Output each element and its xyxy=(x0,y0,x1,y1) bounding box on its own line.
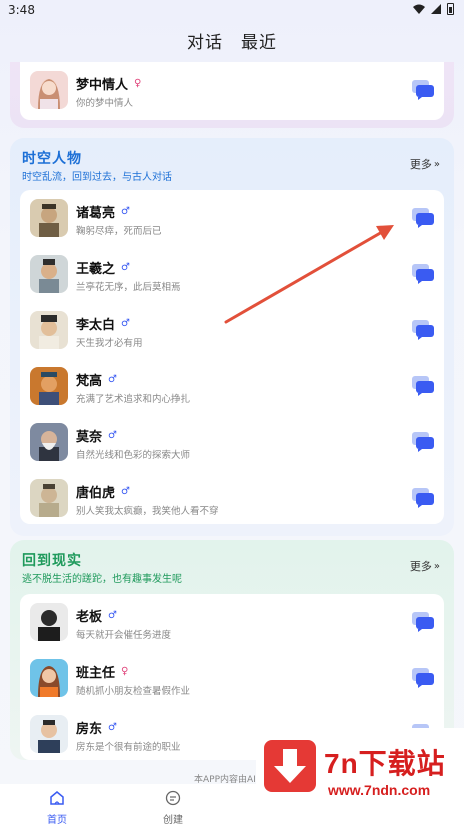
chat-icon[interactable] xyxy=(412,668,434,688)
section-title: 时空人物 xyxy=(22,151,82,167)
chat-icon[interactable] xyxy=(412,264,434,284)
tab-recent[interactable]: 最近 xyxy=(241,26,277,62)
male-icon: ♂ xyxy=(108,610,117,621)
item-desc: 随机抓小朋友检查暑假作业 xyxy=(76,686,191,697)
chat-icon[interactable] xyxy=(412,488,434,508)
list-item-dream-lover[interactable]: 梦中情人 ♀ 你的梦中情人 xyxy=(20,62,444,118)
section-subtitle: 时空乱流，回到过去，与古人对话 xyxy=(22,172,172,183)
avatar xyxy=(30,659,68,697)
section-title: 回到现实 xyxy=(22,553,82,569)
item-desc: 兰亭花无序，此后莫相焉 xyxy=(76,282,181,293)
nav-create-label: 创建 xyxy=(163,815,183,825)
item-desc: 你的梦中情人 xyxy=(76,98,134,109)
top-tabs: 对话 最近 xyxy=(0,26,464,62)
avatar xyxy=(30,255,68,293)
male-icon: ♂ xyxy=(108,430,117,441)
watermark-title: 7n下载站 xyxy=(324,748,446,779)
list-item-head-teacher[interactable]: 班主任 ♀ 随机抓小朋友检查暑假作业 xyxy=(20,650,444,706)
chat-icon[interactable] xyxy=(412,376,434,396)
male-icon: ♂ xyxy=(121,206,130,217)
item-name: 老板 ♂ xyxy=(76,610,117,625)
item-name: 诸葛亮 ♂ xyxy=(76,206,130,221)
item-name: 李太白 ♂ xyxy=(76,318,130,333)
history-list: 诸葛亮 ♂ 鞠躬尽瘁，死而后已 王羲之 ♂ 兰亭花无序，此后莫相焉 李太白 ♂ 天生我… xyxy=(20,190,444,524)
nav-create[interactable]: 创建 xyxy=(148,790,198,825)
chat-icon[interactable] xyxy=(412,208,434,228)
avatar xyxy=(30,423,68,461)
chat-icon[interactable] xyxy=(412,612,434,632)
section-favorites: 梦中情人 ♀ 你的梦中情人 xyxy=(10,62,454,128)
status-icons xyxy=(413,3,454,15)
chat-icon[interactable] xyxy=(412,432,434,452)
avatar xyxy=(30,71,68,109)
chat-icon[interactable] xyxy=(412,320,434,340)
male-icon: ♂ xyxy=(121,486,130,497)
chevron-right-icon: » xyxy=(433,560,440,572)
tab-chat[interactable]: 对话 xyxy=(187,26,223,62)
list-item-van-gogh[interactable]: 梵高 ♂ 充满了艺术追求和内心挣扎 xyxy=(20,358,444,414)
item-desc: 房东是个很有前途的职业 xyxy=(76,742,181,753)
list-item-li-taibai[interactable]: 李太白 ♂ 天生我才必有用 xyxy=(20,302,444,358)
nav-home[interactable]: 首页 xyxy=(32,790,82,825)
item-name: 房东 ♂ xyxy=(76,722,117,737)
male-icon: ♂ xyxy=(121,262,130,273)
section-history: 时空人物 时空乱流，回到过去，与古人对话 更多» 诸葛亮 ♂ 鞠躬尽瘁，死而后已 … xyxy=(10,138,454,536)
signal-icon xyxy=(431,4,441,14)
item-desc: 鞠躬尽瘁，死而后已 xyxy=(76,226,162,237)
female-icon: ♀ xyxy=(121,666,129,677)
avatar xyxy=(30,199,68,237)
list-item-wang-xizhi[interactable]: 王羲之 ♂ 兰亭花无序，此后莫相焉 xyxy=(20,246,444,302)
list-item-boss[interactable]: 老板 ♂ 每天就开会催任务进度 xyxy=(20,594,444,650)
item-desc: 天生我才必有用 xyxy=(76,338,143,349)
section-reality: 回到现实 逃不脱生活的蹉跎，也有趣事发生呢 更多» 老板 ♂ 每天就开会催任务进度… xyxy=(10,540,454,760)
more-link[interactable]: 更多» xyxy=(410,558,440,574)
item-desc: 自然光线和色彩的探索大师 xyxy=(76,450,191,461)
avatar xyxy=(30,603,68,641)
status-bar: 3:48 xyxy=(0,0,464,22)
item-desc: 充满了艺术追求和内心挣扎 xyxy=(76,394,191,405)
avatar xyxy=(30,479,68,517)
item-desc: 每天就开会催任务进度 xyxy=(76,630,172,641)
chat-bubble-icon xyxy=(165,790,181,806)
wifi-icon xyxy=(413,4,425,14)
status-time: 3:48 xyxy=(8,3,35,17)
watermark-url: www.7ndn.com xyxy=(328,782,431,798)
battery-icon xyxy=(447,3,454,15)
avatar xyxy=(30,715,68,753)
download-logo-icon xyxy=(264,740,316,792)
nav-home-label: 首页 xyxy=(47,815,67,825)
chat-icon[interactable] xyxy=(412,80,434,100)
male-icon: ♂ xyxy=(108,722,117,733)
more-link[interactable]: 更多» xyxy=(410,156,440,172)
list-item-tang-bohu[interactable]: 唐伯虎 ♂ 别人笑我太疯癫，我笑他人看不穿 xyxy=(20,470,444,526)
avatar xyxy=(30,311,68,349)
male-icon: ♂ xyxy=(121,318,130,329)
home-icon xyxy=(50,791,64,805)
favorite-list: 梦中情人 ♀ 你的梦中情人 xyxy=(20,62,444,120)
item-name: 唐伯虎 ♂ xyxy=(76,486,130,501)
item-name: 梦中情人 ♀ xyxy=(76,78,142,93)
male-icon: ♂ xyxy=(108,374,117,385)
list-item-zhuge-liang[interactable]: 诸葛亮 ♂ 鞠躬尽瘁，死而后已 xyxy=(20,190,444,246)
item-name: 班主任 ♀ xyxy=(76,666,129,681)
list-item-monet[interactable]: 莫奈 ♂ 自然光线和色彩的探索大师 xyxy=(20,414,444,470)
item-name: 莫奈 ♂ xyxy=(76,430,117,445)
chevron-right-icon: » xyxy=(433,158,440,170)
item-desc: 别人笑我太疯癫，我笑他人看不穿 xyxy=(76,506,219,517)
watermark: 7n下载站 www.7ndn.com xyxy=(256,728,464,825)
female-icon: ♀ xyxy=(134,78,142,89)
avatar xyxy=(30,367,68,405)
section-subtitle: 逃不脱生活的蹉跎，也有趣事发生呢 xyxy=(22,574,182,585)
item-name: 王羲之 ♂ xyxy=(76,262,130,277)
item-name: 梵高 ♂ xyxy=(76,374,117,389)
